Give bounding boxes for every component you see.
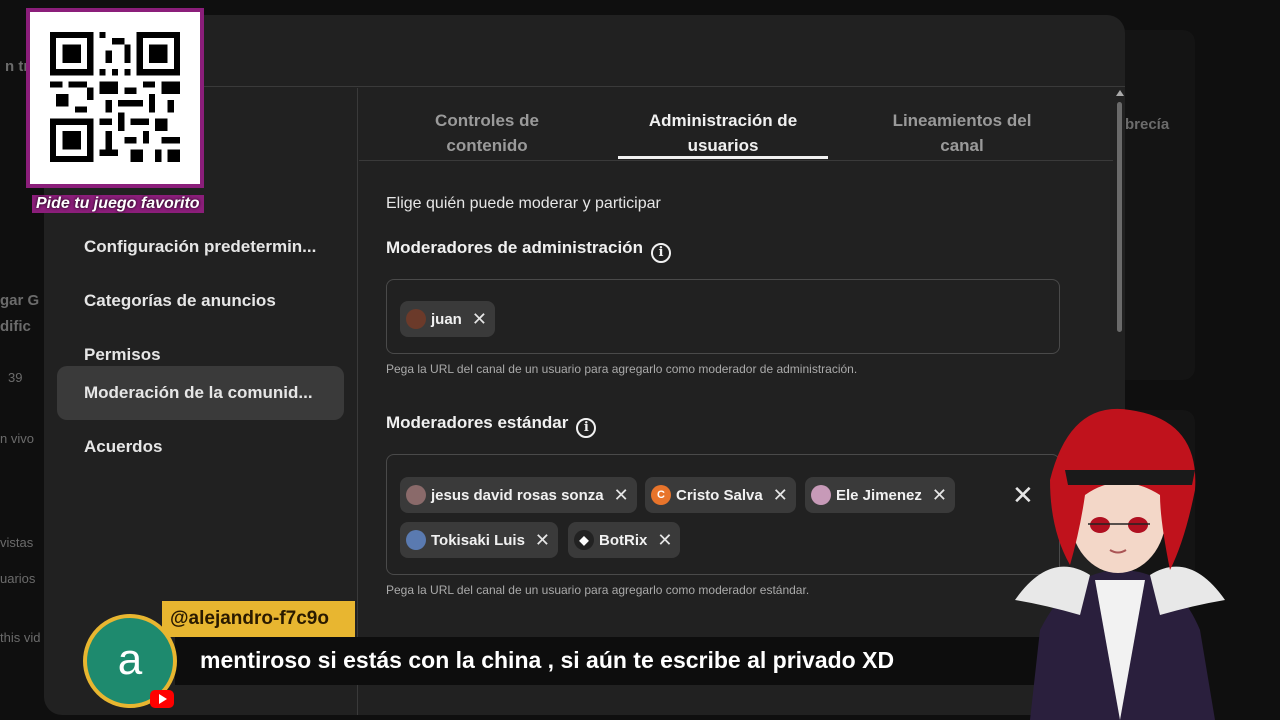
moderator-chip: juan ✕ [400, 301, 495, 337]
standard-moderators-title: Moderadores estándar i [386, 413, 597, 438]
tab-label: Lineamientos del canal [892, 111, 1032, 155]
chip-label: Ele Jimenez [836, 486, 922, 504]
tab-label: Controles de contenido [435, 111, 539, 155]
chat-message: mentiroso si estás con la china , si aún… [200, 647, 895, 673]
remove-icon[interactable]: ✕ [535, 530, 550, 551]
remove-icon[interactable]: ✕ [614, 485, 629, 506]
qr-code-pattern [50, 32, 180, 162]
info-icon[interactable]: i [576, 418, 597, 438]
standard-moderators-help: Pega la URL del canal de un usuario para… [386, 583, 810, 597]
moderator-chip: Ele Jimenez ✕ [805, 477, 955, 513]
bg-snippet: dific [0, 318, 31, 335]
scroll-thumb[interactable] [1117, 102, 1122, 332]
qr-caption: Pide tu juego favorito [32, 195, 204, 213]
chip-label: juan [431, 310, 462, 328]
tab-bar: Controles de contenido Administración de… [359, 88, 1113, 161]
remove-icon[interactable]: ✕ [773, 485, 788, 506]
bg-snippet: this vid [0, 630, 41, 645]
bg-snippet: 39 [8, 370, 23, 385]
bg-snippet: uarios [0, 571, 36, 586]
bg-snippet: brecía [1125, 116, 1170, 133]
dialog-header: n [44, 15, 1125, 87]
remove-icon[interactable]: ✕ [472, 309, 487, 330]
sidebar-item-agreements[interactable]: Acuerdos [57, 420, 344, 474]
avatar [406, 309, 426, 329]
chip-label: BotRix [599, 531, 648, 549]
standard-moderators-input[interactable]: jesus david rosas sonza ✕ C Cristo Salva… [386, 454, 1060, 575]
moderator-chip: Tokisaki Luis ✕ [400, 522, 559, 558]
moderator-chip: C Cristo Salva ✕ [645, 477, 796, 513]
admin-moderators-input[interactable]: juan ✕ [386, 279, 1060, 354]
remove-icon[interactable]: ✕ [657, 530, 672, 551]
scroll-up-icon[interactable] [1116, 90, 1124, 96]
tab-label: Administración de usuarios [648, 111, 798, 155]
chat-username: @alejandro-f7c9o [162, 601, 355, 637]
admin-moderators-help: Pega la URL del canal de un usuario para… [386, 362, 858, 376]
admin-moderators-title: Moderadores de administración i [386, 238, 671, 263]
avatar [811, 485, 831, 505]
chip-label: Tokisaki Luis [431, 531, 525, 549]
tab-content-controls[interactable]: Controles de contenido [407, 108, 567, 158]
moderator-chip: jesus david rosas sonza ✕ [400, 477, 637, 513]
sidebar-item-ad-categories[interactable]: Categorías de anuncios [57, 274, 344, 328]
section-description: Elige quién puede moderar y participar [386, 195, 661, 212]
stream-frame: n tra gar G dific 39 n vivo vistas uario… [0, 0, 1280, 720]
vtuber-avatar [1015, 408, 1225, 720]
admin-moderators-label: Moderadores de administración [386, 238, 643, 257]
chip-label: Cristo Salva [676, 486, 763, 504]
bg-snippet: vistas [0, 535, 34, 550]
tab-channel-guidelines[interactable]: Lineamientos del canal [872, 108, 1052, 158]
youtube-icon [150, 690, 174, 708]
sidebar-item-default-settings[interactable]: Configuración predetermin... [57, 220, 344, 274]
moderator-chip: ◆ BotRix ✕ [568, 522, 681, 558]
avatar [406, 485, 426, 505]
active-tab-indicator [618, 156, 828, 159]
chip-label: jesus david rosas sonza [431, 486, 604, 504]
chat-message-bar: mentiroso si estás con la china , si aún… [175, 637, 1075, 685]
remove-icon[interactable]: ✕ [932, 485, 947, 506]
tab-user-management[interactable]: Administración de usuarios [623, 108, 823, 158]
bg-snippet: n vivo [0, 431, 34, 446]
qr-code [26, 8, 204, 188]
standard-moderators-label: Moderadores estándar [386, 413, 569, 432]
avatar [406, 530, 426, 550]
sidebar-item-community-moderation[interactable]: Moderación de la comunid... [57, 366, 344, 420]
bot-avatar-icon: ◆ [574, 530, 594, 550]
info-icon[interactable]: i [650, 243, 671, 263]
bg-snippet: gar G [0, 292, 40, 309]
avatar: C [651, 485, 671, 505]
